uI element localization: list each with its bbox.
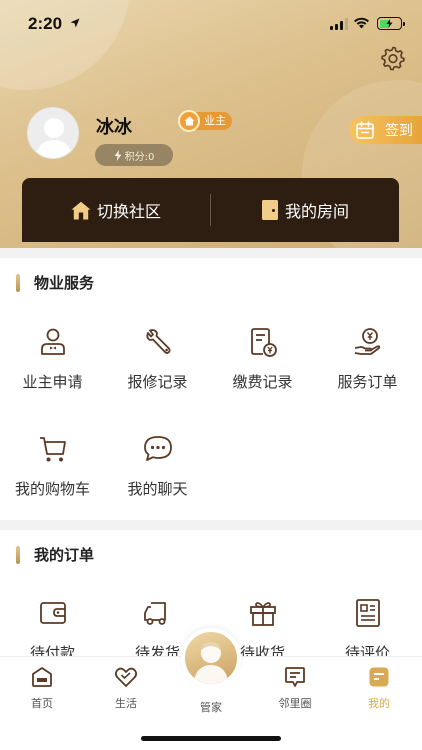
cart-icon — [39, 437, 66, 462]
cellular-signal-icon — [330, 18, 348, 30]
service-label: 业主申请 — [22, 373, 83, 391]
gift-box-icon — [249, 602, 276, 626]
neighborhood-icon — [285, 667, 305, 687]
tab-butler[interactable]: 管家 — [169, 699, 253, 715]
tab-neighborhood[interactable]: 邻里圈 — [253, 665, 337, 711]
community-switch-bar: 切换社区 我的房间 — [22, 178, 399, 242]
payment-records-item[interactable]: 缴费记录 — [210, 326, 315, 392]
chat-bubble-icon — [143, 436, 172, 461]
house-icon — [71, 201, 91, 219]
checkin-button[interactable]: 签到 — [349, 116, 422, 144]
settings-gear-icon[interactable] — [380, 45, 406, 71]
tab-label: 管家 — [200, 701, 222, 714]
tab-label: 我的 — [368, 697, 390, 710]
calendar-icon — [356, 121, 374, 139]
owner-application-item[interactable]: 业主申请 — [0, 326, 105, 392]
checkin-label: 签到 — [385, 123, 413, 139]
review-doc-icon — [355, 599, 380, 627]
location-arrow-icon — [70, 18, 80, 28]
service-label: 缴费记录 — [232, 373, 293, 391]
house-medal-icon — [178, 110, 200, 132]
pending-payment-item[interactable]: 待付款 — [0, 597, 105, 663]
home-icon — [32, 667, 52, 687]
role-badge: 业主 — [178, 110, 232, 132]
my-room-label: 我的房间 — [284, 202, 349, 221]
wrench-icon — [145, 329, 171, 354]
door-icon — [261, 200, 278, 220]
profile-icon — [369, 667, 389, 687]
property-services-section: 物业服务 业主申请 报修记录 缴费记录 服务订单 我的购物车 我的聊天 — [0, 258, 422, 520]
property-services-title: 物业服务 — [34, 274, 95, 292]
wallet-icon — [39, 602, 66, 624]
service-label: 我的购物车 — [14, 480, 90, 498]
repair-records-item[interactable]: 报修记录 — [105, 326, 210, 392]
owner-person-icon — [40, 328, 65, 355]
tab-label: 首页 — [31, 697, 53, 710]
status-time: 2:20 — [28, 14, 63, 33]
butler-center-button[interactable] — [181, 628, 241, 688]
tab-label: 生活 — [115, 697, 137, 710]
switch-community-button[interactable]: 切换社区 — [22, 178, 210, 242]
tab-label: 邻里圈 — [278, 697, 312, 710]
profile-header: 2:20 冰冰 业主 积分:0 签到 切换社区 我的房间 — [0, 0, 422, 248]
service-label: 报修记录 — [127, 373, 188, 391]
section-title: 物业服务 — [16, 272, 94, 293]
service-label: 我的聊天 — [127, 480, 188, 498]
shopping-cart-item[interactable]: 我的购物车 — [0, 433, 105, 499]
tab-life[interactable]: 生活 — [84, 665, 168, 711]
tab-home[interactable]: 首页 — [0, 665, 84, 711]
truck-icon — [143, 602, 166, 625]
user-avatar[interactable] — [27, 107, 79, 159]
points-label: 积分:0 — [124, 151, 155, 163]
section-accent-bar — [16, 545, 20, 564]
hand-yen-icon — [354, 328, 380, 355]
points-pill[interactable]: 积分:0 — [95, 144, 173, 166]
service-label: 服务订单 — [337, 373, 398, 391]
default-avatar-icon — [28, 108, 78, 158]
home-indicator — [141, 736, 281, 741]
user-name: 冰冰 — [96, 117, 132, 138]
my-chat-item[interactable]: 我的聊天 — [105, 433, 210, 499]
switch-community-label: 切换社区 — [96, 202, 161, 221]
battery-icon — [377, 17, 405, 30]
bill-yen-icon — [250, 328, 277, 357]
my-room-button[interactable]: 我的房间 — [211, 178, 399, 242]
my-orders-title: 我的订单 — [34, 546, 95, 564]
butler-avatar-icon — [193, 642, 229, 684]
tab-mine[interactable]: 我的 — [337, 665, 421, 711]
status-bar: 2:20 — [0, 0, 422, 44]
section-title: 我的订单 — [16, 544, 94, 565]
lightning-icon — [114, 149, 122, 161]
section-accent-bar — [16, 273, 20, 292]
heart-icon — [114, 667, 138, 687]
pending-review-item[interactable]: 待评价 — [315, 597, 420, 663]
service-orders-item[interactable]: 服务订单 — [315, 326, 420, 392]
wifi-icon — [354, 17, 369, 29]
